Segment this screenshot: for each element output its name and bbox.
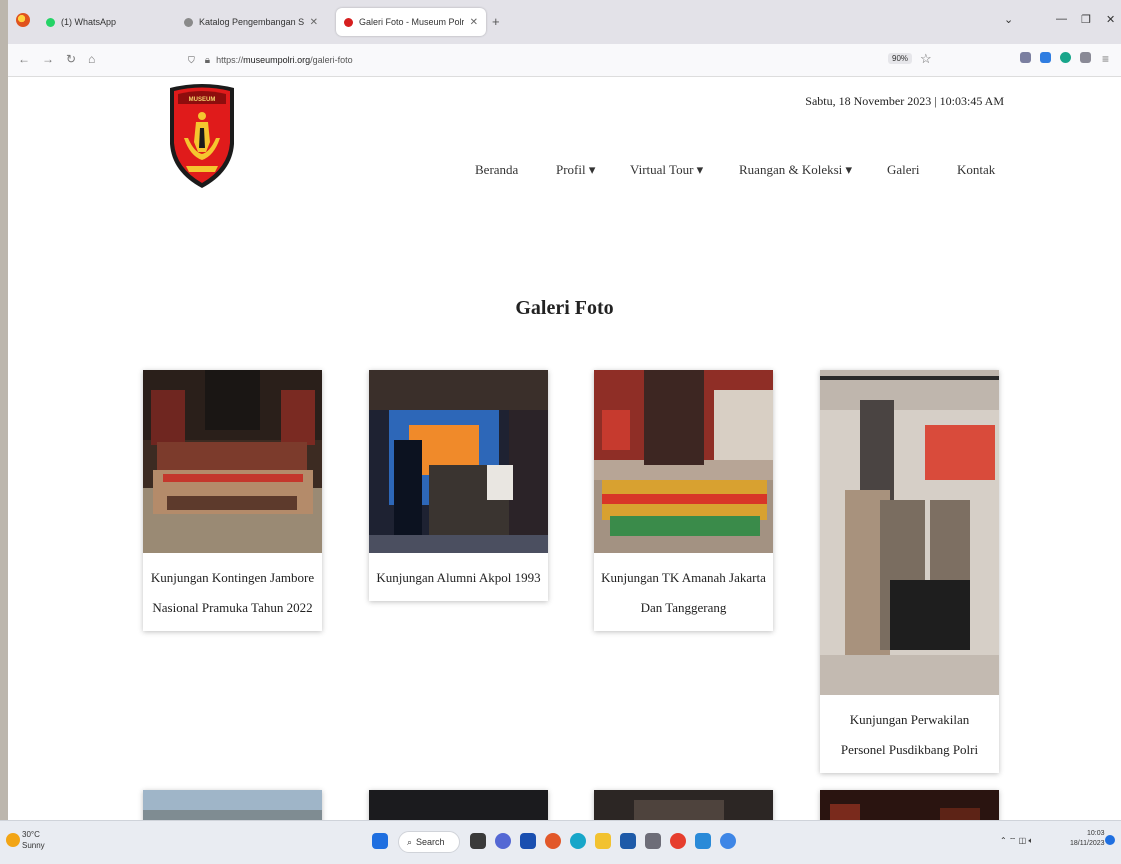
current-date-time: Sabtu, 18 November 2023 | 10:03:45 AM — [805, 94, 1004, 108]
whatsapp-favicon-icon — [46, 17, 55, 27]
sun-icon — [6, 833, 20, 847]
edge-icon[interactable] — [570, 833, 586, 849]
home-icon[interactable]: ⌂ — [88, 52, 95, 66]
tab-galeri-foto[interactable]: Galeri Foto - Museum Polri ✕ — [336, 8, 486, 36]
gallery-card[interactable]: Kunjungan TK Amanah Jakarta Dan Tanggera… — [594, 370, 773, 631]
app-icon[interactable] — [645, 833, 661, 849]
word-icon[interactable] — [620, 833, 636, 849]
nav-galeri[interactable]: Galeri — [887, 162, 919, 178]
url-host: museumpolri.org — [243, 55, 311, 65]
gallery-card[interactable]: Kunjungan Perwakilan Personel Pusdikbang… — [820, 370, 999, 773]
gallery-caption[interactable]: Kunjungan Perwakilan Personel Pusdikbang… — [820, 695, 999, 773]
search-label: Search — [416, 837, 445, 847]
tab-list-icon[interactable]: ⌄ — [1004, 13, 1013, 26]
shield-icon[interactable]: ⛉ — [188, 55, 195, 66]
mail-icon[interactable] — [695, 833, 711, 849]
store-icon[interactable] — [520, 833, 536, 849]
nav-beranda[interactable]: Beranda — [475, 162, 518, 178]
address-bar[interactable]: ⛉ 🔒︎ https:// museumpolri.org /galeri-fo… — [188, 49, 948, 71]
task-view-icon[interactable] — [470, 833, 486, 849]
museum-polri-logo[interactable]: MUSEUM — [166, 82, 238, 197]
url-scheme: https:// — [216, 55, 244, 65]
chat-icon[interactable] — [495, 833, 511, 849]
taskbar-clock[interactable]: 10:03 18/11/2023 — [1070, 829, 1105, 849]
browser-window: (1) WhatsApp Katalog Pengembangan Sikap … — [8, 0, 1121, 863]
gallery-caption[interactable]: Kunjungan TK Amanah Jakarta Dan Tanggera… — [594, 553, 773, 631]
navigation-toolbar: ← → ↻ ⌂ ⛉ 🔒︎ https:// museumpolri.org /g… — [8, 44, 1121, 77]
new-tab-icon[interactable]: + — [492, 14, 500, 29]
taskbar: 30°C Sunny ⌕ Search ⌃ ⌔ ◫ 🔈︎ 10:03 18/11… — [0, 820, 1121, 864]
tab-title: (1) WhatsApp — [61, 17, 117, 27]
weather-description: Sunny — [22, 841, 45, 850]
museum-favicon-icon — [344, 17, 353, 27]
gallery-caption[interactable]: Kunjungan Alumni Akpol 1993 — [369, 553, 548, 601]
tab-strip: (1) WhatsApp Katalog Pengembangan Sikap … — [8, 0, 1121, 44]
tab-title: Galeri Foto - Museum Polri — [359, 17, 464, 27]
firefox-icon[interactable] — [545, 833, 561, 849]
search-icon: ⌕ — [407, 836, 413, 847]
clock-time: 10:03 — [1086, 830, 1105, 837]
tab-title: Katalog Pengembangan Sikap dan — [199, 17, 304, 27]
gallery-photo[interactable] — [143, 370, 322, 553]
nav-ruangan-koleksi[interactable]: Ruangan & Koleksi ▾ — [739, 162, 852, 178]
police-shield-icon: MUSEUM — [170, 84, 234, 188]
minimize-icon[interactable]: — — [1056, 13, 1067, 25]
gallery-photo[interactable] — [369, 370, 548, 553]
chrome-icon[interactable] — [670, 833, 686, 849]
tab-katalog[interactable]: Katalog Pengembangan Sikap dan ✕ — [176, 8, 326, 36]
browser-logo-icon[interactable] — [16, 13, 30, 27]
weather-temperature: 30°C — [22, 830, 40, 839]
weather-widget[interactable]: 30°C Sunny — [6, 829, 45, 851]
nav-profil[interactable]: Profil ▾ — [556, 162, 595, 178]
file-explorer-icon[interactable] — [595, 833, 611, 849]
url-path: /galeri-foto — [310, 55, 353, 65]
maximize-icon[interactable]: ❐ — [1081, 13, 1091, 26]
gallery-photo[interactable] — [594, 370, 773, 553]
gallery-card[interactable]: Kunjungan Alumni Akpol 1993 — [369, 370, 548, 601]
notification-icon[interactable] — [1105, 835, 1115, 845]
zoom-indicator[interactable]: 90% — [888, 53, 913, 64]
bookmark-star-icon[interactable]: ☆ — [920, 51, 932, 67]
forward-icon[interactable]: → — [42, 52, 54, 66]
windows-start-icon[interactable] — [372, 833, 388, 849]
menu-hamburger-icon[interactable]: ≡ — [1102, 52, 1109, 66]
gallery-card[interactable]: Kunjungan Kontingen Jambore Nasional Pra… — [143, 370, 322, 631]
reload-icon[interactable]: ↻ — [66, 52, 76, 66]
extension-icon[interactable] — [1060, 52, 1071, 63]
account-icon[interactable] — [1080, 52, 1091, 63]
page-favicon-icon — [184, 17, 193, 27]
taskbar-search[interactable]: ⌕ Search — [398, 831, 460, 853]
tab-whatsapp[interactable]: (1) WhatsApp — [38, 8, 188, 36]
gallery-photo[interactable] — [820, 370, 999, 695]
close-tab-icon[interactable]: ✕ — [470, 17, 478, 28]
close-tab-icon[interactable]: ✕ — [310, 17, 318, 28]
gallery-caption[interactable]: Kunjungan Kontingen Jambore Nasional Pra… — [143, 553, 322, 631]
back-icon[interactable]: ← — [18, 52, 30, 66]
clock-date: 18/11/2023 — [1070, 840, 1105, 847]
browser-icon[interactable] — [720, 833, 736, 849]
page-title: Galeri Foto — [515, 297, 614, 319]
lock-icon[interactable]: 🔒︎ — [205, 55, 210, 66]
svg-text:MUSEUM: MUSEUM — [189, 97, 216, 103]
nav-kontak[interactable]: Kontak — [957, 162, 995, 178]
downloads-icon[interactable] — [1040, 52, 1051, 63]
nav-virtual-tour[interactable]: Virtual Tour ▾ — [630, 162, 703, 178]
system-tray-icons[interactable]: ⌃ ⌔ ◫ 🔈︎ — [1000, 836, 1033, 846]
pocket-icon[interactable] — [1020, 52, 1031, 63]
close-window-icon[interactable]: ✕ — [1106, 13, 1115, 26]
